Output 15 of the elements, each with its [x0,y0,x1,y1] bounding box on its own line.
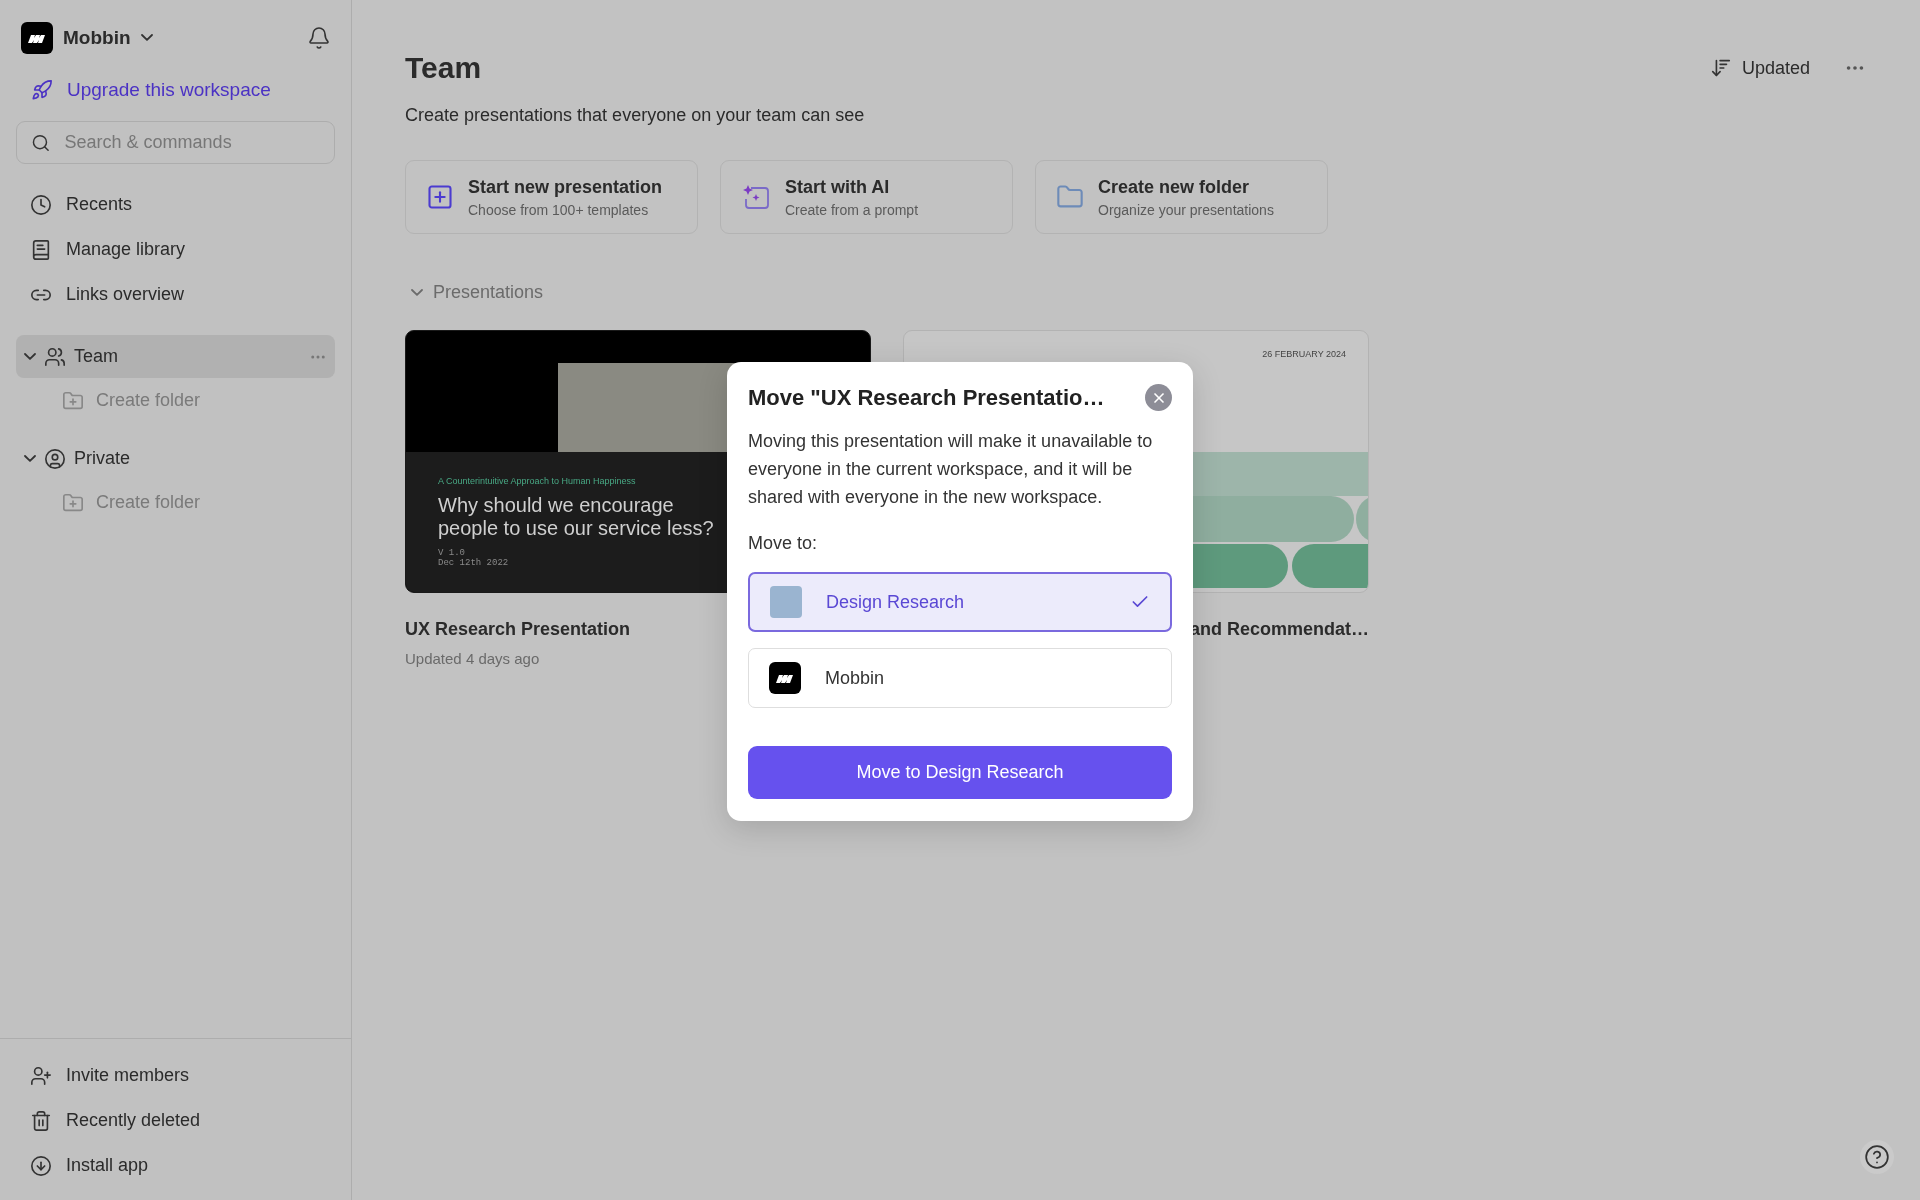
action-subtitle: Choose from 100+ templates [468,201,650,218]
slide-date: Dec 12th 2022 [438,558,510,568]
slide-headline: Why should we encourage people to use our service less? [438,494,715,540]
action-title: Create new folder [1098,176,1251,198]
action-title: Start new presentation [468,176,663,198]
action-subtitle: Organize your presentations [1098,201,1274,218]
move-to-label: Move to: [748,533,819,554]
slide-kicker: A Counterintuitive Approach to Human Happiness [438,476,637,486]
slide-version: V 1.0 [438,548,466,558]
action-subtitle: Create from a prompt [785,201,919,218]
page-title: Team [405,51,482,85]
presentation-updated: Updated 4 days ago [405,650,541,667]
page-subtitle: Create presentations that everyone on your team can see [405,105,866,126]
action-title: Start with AI [785,176,891,198]
slide-date: 26 FEBRUARY 2024 [1262,349,1346,359]
